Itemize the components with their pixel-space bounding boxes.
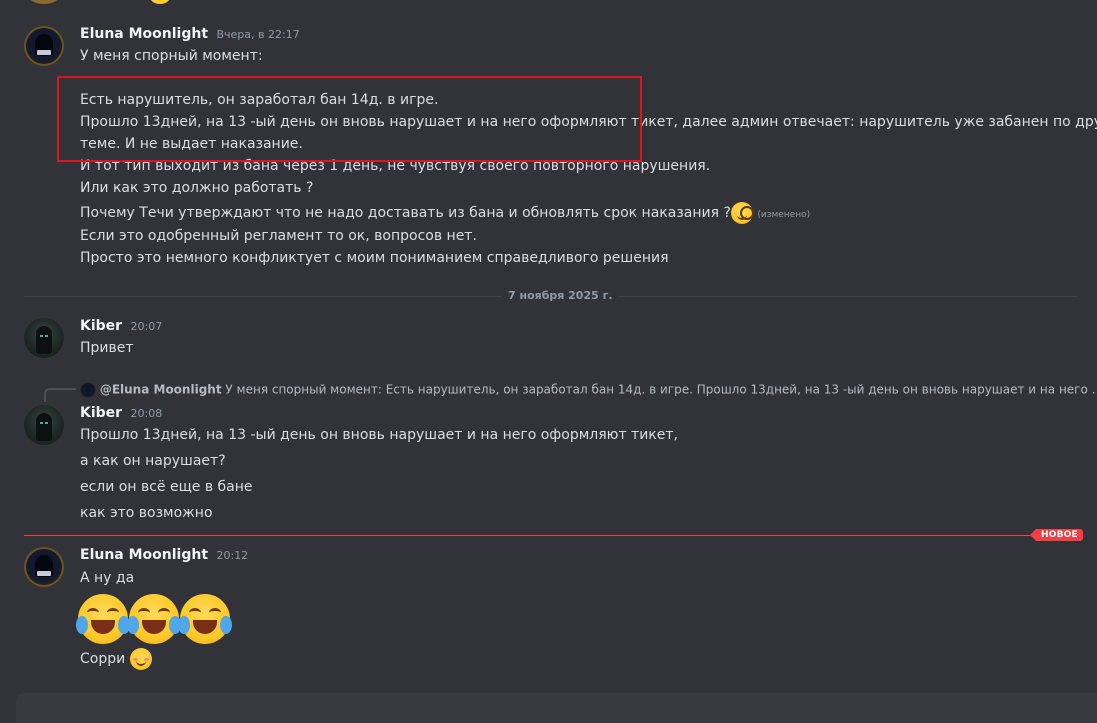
- previous-avatar: [28, 0, 60, 4]
- message-line: если он всё еще в бане: [80, 479, 253, 495]
- message-line: Если это одобренный регламент то ок, воп…: [80, 228, 477, 244]
- message-line: Или как это должно работать ?: [80, 180, 314, 196]
- avatar[interactable]: [24, 547, 64, 587]
- new-messages-badge: НОВОЕ: [1030, 529, 1083, 541]
- message-line: как это возможно: [80, 505, 213, 521]
- message-line: Просто это немного конфликтует с моим по…: [80, 250, 669, 266]
- message-line: У меня спорный момент:: [80, 48, 263, 64]
- message-header: Eluna Moonlight Вчера, в 22:17: [80, 26, 300, 42]
- message-header: Eluna Moonlight 20:12: [80, 547, 248, 563]
- message-text: Сорри: [80, 651, 126, 667]
- avatar[interactable]: [24, 405, 64, 445]
- author-name[interactable]: Eluna Moonlight: [80, 547, 208, 563]
- edited-label: (изменено): [757, 210, 811, 220]
- message-line-with-emoji: Сорри: [80, 648, 152, 670]
- message-line: а как он нарушает?: [80, 453, 226, 469]
- face-with-monocle-emoji[interactable]: [730, 202, 754, 224]
- reply-spine: [44, 388, 76, 402]
- message-input[interactable]: [16, 693, 1097, 723]
- message-header: Kiber 20:08: [80, 405, 162, 421]
- reply-avatar: [80, 382, 96, 398]
- message-line-with-emoji: Почему Течи утверждают что не надо доста…: [80, 202, 810, 224]
- timestamp[interactable]: 20:07: [131, 320, 163, 333]
- avatar[interactable]: [24, 26, 64, 66]
- message-text: Почему Течи утверждают что не надо доста…: [80, 205, 731, 221]
- reply-snippet[interactable]: У меня спорный момент: Есть нарушитель, …: [225, 383, 1097, 397]
- author-name[interactable]: Kiber: [80, 405, 122, 421]
- date-divider: 7 ноября 2025 г.: [502, 289, 619, 302]
- timestamp[interactable]: 20:12: [216, 549, 248, 562]
- highlight-box: [57, 76, 642, 162]
- new-messages-line: [24, 535, 1036, 536]
- message-line: Прошло 13дней, на 13 -ый день он вновь н…: [80, 427, 678, 443]
- message-line: А ну да: [80, 570, 135, 586]
- previous-reaction-emoji: [150, 0, 170, 4]
- reply-preview[interactable]: @Eluna Moonlight У меня спорный момент: …: [80, 382, 1097, 398]
- avatar[interactable]: [24, 318, 64, 358]
- reply-author[interactable]: @Eluna Moonlight: [100, 383, 222, 397]
- jumbo-emoji-row: [76, 594, 232, 644]
- timestamp[interactable]: 20:08: [131, 407, 163, 420]
- smiling-face-emoji[interactable]: [129, 648, 152, 670]
- face-with-tears-of-joy-emoji[interactable]: [178, 594, 232, 644]
- author-name[interactable]: Kiber: [80, 318, 122, 334]
- message-line: Привет: [80, 340, 134, 356]
- message-header: Kiber 20:07: [80, 318, 162, 334]
- timestamp[interactable]: Вчера, в 22:17: [216, 28, 299, 41]
- face-with-tears-of-joy-emoji[interactable]: [127, 594, 181, 644]
- face-with-tears-of-joy-emoji[interactable]: [76, 594, 130, 644]
- author-name[interactable]: Eluna Moonlight: [80, 26, 208, 42]
